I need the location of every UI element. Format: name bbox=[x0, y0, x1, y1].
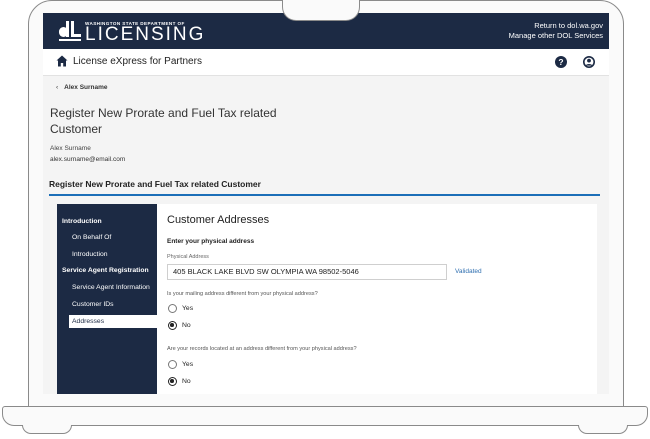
laptop-base bbox=[2, 406, 648, 426]
back-link[interactable]: ‹ Alex Surname bbox=[56, 84, 108, 91]
records-address-no-radio[interactable] bbox=[168, 377, 177, 386]
owner-email: alex.surname@email.com bbox=[50, 156, 126, 163]
nav-on-behalf-of[interactable]: On Behalf Of bbox=[62, 231, 155, 244]
records-address-question: Are your records located at an address d… bbox=[167, 346, 357, 352]
home-icon[interactable] bbox=[56, 55, 68, 67]
laptop-notch bbox=[282, 0, 360, 21]
records-address-yes-label: Yes bbox=[182, 361, 194, 368]
page-title: Register New Prorate and Fuel Tax relate… bbox=[50, 106, 277, 136]
section-divider bbox=[49, 194, 600, 196]
chevron-left-icon: ‹ bbox=[56, 84, 59, 91]
form-title: Customer Addresses bbox=[167, 214, 270, 226]
back-link-label: Alex Surname bbox=[64, 84, 108, 91]
form-subtitle: Enter your physical address bbox=[167, 238, 255, 245]
app-title[interactable]: License eXpress for Partners bbox=[73, 56, 202, 67]
screen: WASHINGTON STATE DEPARTMENT OF LICENSING… bbox=[43, 13, 609, 394]
nav-addresses[interactable]: Addresses bbox=[69, 315, 158, 328]
form-card: Introduction On Behalf Of Introduction S… bbox=[57, 204, 597, 394]
laptop-foot-left bbox=[22, 425, 72, 434]
nav-introduction-group[interactable]: Introduction bbox=[62, 215, 155, 228]
physical-address-input[interactable]: 405 BLACK LAKE BLVD SW OLYMPIA WA 98502-… bbox=[167, 264, 447, 280]
nav-introduction[interactable]: Introduction bbox=[62, 248, 155, 261]
header-links: Return to dol.wa.gov Manage other DOL Se… bbox=[509, 21, 603, 41]
mailing-address-no-label: No bbox=[182, 322, 191, 329]
physical-address-label: Physical Address bbox=[167, 254, 209, 260]
svg-text:?: ? bbox=[558, 57, 563, 67]
page-body: ‹ Alex Surname Register New Prorate and F… bbox=[43, 76, 609, 394]
step-navigation: Introduction On Behalf Of Introduction S… bbox=[57, 204, 158, 394]
account-icon[interactable] bbox=[583, 56, 595, 68]
logo-name-text: LICENSING bbox=[85, 24, 206, 45]
manage-dol-services-link[interactable]: Manage other DOL Services bbox=[509, 31, 603, 41]
section-title: Register New Prorate and Fuel Tax relate… bbox=[49, 179, 261, 189]
records-address-no-label: No bbox=[182, 378, 191, 385]
help-icon[interactable]: ? bbox=[555, 56, 567, 68]
app-bar: License eXpress for Partners ? bbox=[43, 49, 609, 76]
laptop-foot-right bbox=[578, 425, 628, 434]
mailing-address-yes-radio[interactable] bbox=[168, 304, 177, 313]
dol-logo-icon[interactable] bbox=[57, 19, 83, 43]
mailing-address-yes-label: Yes bbox=[182, 305, 194, 312]
validated-status: Validated bbox=[455, 268, 482, 275]
records-address-yes-radio[interactable] bbox=[168, 360, 177, 369]
nav-service-agent-registration-group[interactable]: Service Agent Registration bbox=[62, 264, 155, 277]
mailing-address-no-radio[interactable] bbox=[168, 321, 177, 330]
nav-customer-ids[interactable]: Customer IDs bbox=[62, 298, 155, 311]
owner-name: Alex Surname bbox=[50, 145, 91, 152]
return-to-dol-link[interactable]: Return to dol.wa.gov bbox=[509, 21, 603, 31]
mailing-address-question: Is your mailing address different from y… bbox=[167, 291, 318, 297]
nav-service-agent-information[interactable]: Service Agent Information bbox=[62, 281, 155, 294]
